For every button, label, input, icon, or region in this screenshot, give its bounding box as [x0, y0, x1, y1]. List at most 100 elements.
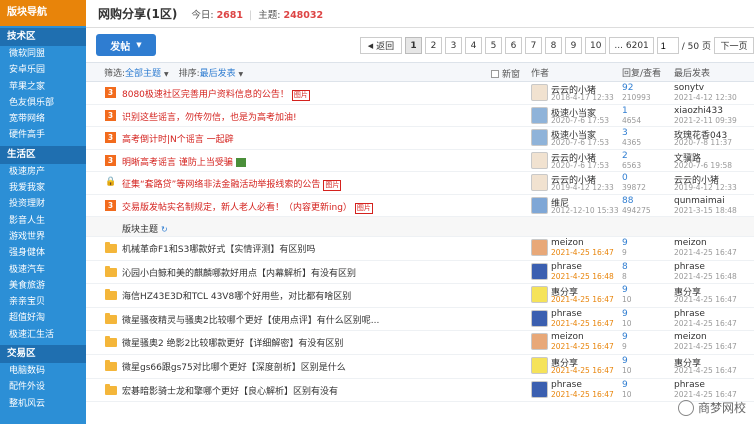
reply-count[interactable]: 9 [622, 309, 628, 319]
thread-title-text[interactable]: 识别这些谣言，勿传勿信，也是为高考加油! [122, 113, 297, 123]
reply-count[interactable]: 9 [622, 380, 628, 390]
last-post-date[interactable]: 2020-7-6 19:58 [674, 161, 732, 170]
last-post-date[interactable]: 2021-3-15 18:48 [674, 206, 737, 215]
thread-row[interactable]: 宏碁暗影骑士龙和擎哪个更好【良心解析】区别有没有 phrase 2021-4-25 … [86, 379, 754, 403]
author-name[interactable]: phrase [551, 380, 582, 390]
thread-title[interactable]: 沁园小白鲸和美的麒麟哪款好用点【内幕解析】有没有区别 [122, 266, 356, 279]
thread-row[interactable]: 微星gs66跟gs75对比哪个更好【深度剖析】区别是什么 惠分享 2021-4-25… [86, 355, 754, 379]
sidebar-section-title[interactable]: 交易区 [0, 345, 86, 364]
sidebar-item[interactable]: 极速房产 [0, 164, 86, 180]
last-post-user[interactable]: qunmaimai [674, 196, 725, 206]
sidebar-item[interactable]: 投资理财 [0, 196, 86, 212]
last-post-date[interactable]: 2021-4-25 16:47 [674, 295, 737, 304]
sidebar-item[interactable]: 安卓乐园 [0, 62, 86, 78]
reply-count[interactable]: 2 [622, 151, 628, 161]
page-link[interactable]: 5 [484, 37, 502, 54]
avatar[interactable] [531, 106, 548, 124]
avatar[interactable] [531, 84, 548, 101]
reply-count[interactable]: 9 [622, 356, 628, 366]
page-link[interactable]: 2 [424, 37, 442, 54]
reply-count[interactable]: 1 [622, 106, 628, 116]
reply-count[interactable]: 8 [622, 262, 628, 272]
thread-title-text[interactable]: 8080极速社区完善用户资料信息的公告！ [122, 90, 289, 100]
avatar[interactable] [531, 262, 548, 280]
thread-row[interactable]: 沁园小白鲸和美的麒麟哪款好用点【内幕解析】有没有区别 phrase 2021-4-2… [86, 261, 754, 285]
thread-title[interactable]: 高考倒计时|N个谣言 一起辟 [122, 132, 234, 145]
avatar[interactable] [531, 286, 548, 304]
last-post-date[interactable]: 2021-4-25 16:47 [674, 248, 737, 257]
avatar[interactable] [531, 380, 548, 398]
page-link[interactable]: 8 [544, 37, 562, 54]
reply-count[interactable]: 9 [622, 332, 628, 342]
avatar[interactable] [531, 239, 548, 256]
thread-row[interactable]: 🔒 征集“套路贷”等网络非法金融活动举报线索的公告 图片 云云的小猪 2019-4-12… [86, 172, 754, 195]
thread-row[interactable]: 3 识别这些谣言，勿传勿信，也是为高考加油! 极速小当家 2020-7-6 17:53… [86, 105, 754, 127]
page-link[interactable]: 6 [504, 37, 522, 54]
last-post-user[interactable]: phrase [674, 380, 705, 390]
thread-row[interactable]: 3 明晰高考谣言 谨防上当受骗 云云的小猪 2020-7-6 17:53 2 6563 文骥… [86, 150, 754, 172]
next-page-button[interactable]: 下一页 [714, 37, 754, 54]
last-post-date[interactable]: 2021-4-25 16:47 [674, 319, 737, 328]
thread-title-text[interactable]: 交易版发帖实名制规定，新人老人必看！（内容更新ing） [122, 203, 352, 213]
thread-title[interactable]: 明晰高考谣言 谨防上当受骗 [122, 155, 246, 168]
page-link[interactable]: 9 [564, 37, 582, 54]
avatar[interactable] [531, 174, 548, 191]
sidebar-item[interactable]: 美食旅游 [0, 278, 86, 294]
avatar[interactable] [531, 333, 548, 351]
author-name[interactable]: meizon [551, 238, 584, 248]
thread-title[interactable]: 8080极速社区完善用户资料信息的公告！ 图片 [122, 87, 310, 101]
refresh-icon[interactable]: ↻ [161, 225, 168, 234]
last-post-user[interactable]: meizon [674, 332, 707, 342]
sidebar-item[interactable]: 硬件高手 [0, 127, 86, 143]
sidebar-section-title[interactable]: 技术区 [0, 28, 86, 46]
sidebar-item[interactable]: 极速汇生活 [0, 327, 86, 343]
thread-title[interactable]: 征集“套路贷”等网络非法金融活动举报线索的公告 图片 [122, 177, 342, 191]
sidebar-item[interactable]: 影音人生 [0, 213, 86, 229]
sidebar-item[interactable]: 超值好淘 [0, 310, 86, 326]
back-button[interactable]: ◀ 返回 [359, 37, 402, 54]
sort-control[interactable]: 排序:最后发表 ▼ [179, 66, 244, 79]
thread-row[interactable]: 3 8080极速社区完善用户资料信息的公告！ 图片 云云的小猪 2018-4-17 12… [86, 82, 754, 105]
page-link[interactable]: 4 [464, 37, 482, 54]
thread-title-text[interactable]: 征集“套路贷”等网络非法金融活动举报线索的公告 [122, 180, 320, 190]
thread-title[interactable]: 机械革命F1和S3哪款好式【实情评测】有区别吗 [122, 242, 315, 255]
thread-title-text[interactable]: 沁园小白鲸和美的麒麟哪款好用点【内幕解析】有没有区别 [122, 269, 356, 279]
last-post-date[interactable]: 2020-7-8 11:37 [674, 138, 732, 147]
sidebar-item[interactable]: 我爱我家 [0, 180, 86, 196]
author-name[interactable]: phrase [551, 262, 582, 272]
thread-row[interactable]: 海信HZ43E3D和TCL 43V8哪个好用些，对比都有啥区别 惠分享 2021-4… [86, 284, 754, 308]
filter-control[interactable]: 筛选:全部主题 ▼ [104, 66, 169, 79]
sidebar-item[interactable]: 整机风云 [0, 396, 86, 412]
avatar[interactable] [531, 129, 548, 146]
last-post-date[interactable]: 2021-4-25 16:47 [674, 366, 737, 375]
thread-title-text[interactable]: 明晰高考谣言 谨防上当受骗 [122, 158, 233, 168]
sidebar-item[interactable]: 色友俱乐部 [0, 95, 86, 111]
sidebar-item[interactable]: 苹果之家 [0, 79, 86, 95]
thread-row[interactable]: 微星骚奥2 绝影2比较哪款更好【详细解密】有没有区别 meizon 2021-4-2… [86, 331, 754, 355]
page-link[interactable]: 1 [404, 37, 422, 54]
thread-title-text[interactable]: 宏碁暗影骑士龙和擎哪个更好【良心解析】区别有没有 [122, 387, 338, 397]
sidebar-item[interactable]: 游戏世界 [0, 229, 86, 245]
last-post-date[interactable]: 2019-4-12 12:33 [674, 183, 737, 192]
thread-title[interactable]: 微星骚夜精灵与骚奥2比较哪个更好【使用点评】有什么区别呢... [122, 313, 379, 326]
sidebar-item[interactable]: 配件外设 [0, 379, 86, 395]
last-post-user[interactable]: phrase [674, 262, 705, 272]
last-post-date[interactable]: 2021-4-25 16:47 [674, 342, 737, 351]
avatar[interactable] [531, 196, 548, 214]
last-post-date[interactable]: 2021-4-25 16:48 [674, 272, 737, 281]
reply-count[interactable]: 9 [622, 238, 628, 248]
thread-row[interactable]: 微星骚夜精灵与骚奥2比较哪个更好【使用点评】有什么区别呢... phrase 202… [86, 308, 754, 332]
thread-row[interactable]: 3 高考倒计时|N个谣言 一起辟 极速小当家 2020-7-6 17:53 3 4365 玫… [86, 127, 754, 150]
thread-title-text[interactable]: 海信HZ43E3D和TCL 43V8哪个好用些，对比都有啥区别 [122, 292, 351, 302]
thread-title-text[interactable]: 机械革命F1和S3哪款好式【实情评测】有区别吗 [122, 245, 315, 255]
last-post-user[interactable]: xiaozhi433 [674, 106, 723, 116]
sidebar-item[interactable]: 微软同盟 [0, 46, 86, 62]
new-post-button[interactable]: 发帖 ▼ [96, 34, 156, 56]
author-name[interactable]: phrase [551, 309, 582, 319]
thread-title-text[interactable]: 微星骚奥2 绝影2比较哪款更好【详细解密】有没有区别 [122, 339, 343, 349]
sidebar-section-title[interactable]: 生活区 [0, 145, 86, 164]
thread-title-text[interactable]: 微星gs66跟gs75对比哪个更好【深度剖析】区别是什么 [122, 363, 346, 373]
reply-count[interactable]: 3 [622, 128, 628, 138]
author-name[interactable]: meizon [551, 332, 584, 342]
thread-title[interactable]: 宏碁暗影骑士龙和擎哪个更好【良心解析】区别有没有 [122, 384, 338, 397]
